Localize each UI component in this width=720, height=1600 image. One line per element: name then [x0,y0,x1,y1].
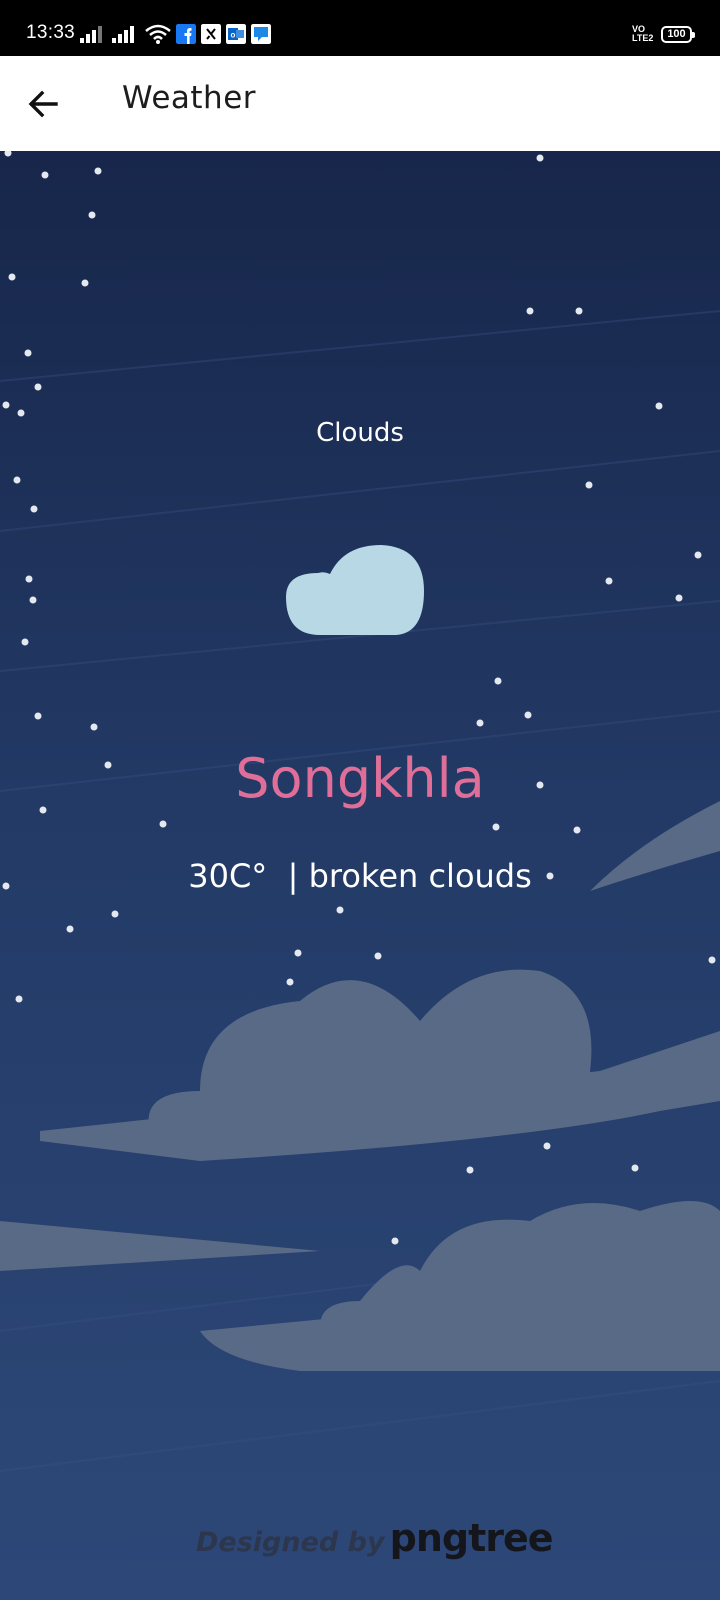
volte-indicator: VO LTE2 [632,25,654,43]
arrow-left-icon[interactable] [20,80,68,128]
facebook-icon [176,24,196,44]
cloud-icon [286,545,424,635]
battery-level: 100 [667,28,686,40]
city-name: Songkhla [235,747,485,810]
status-time: 13:33 [26,22,76,43]
status-bar: 13:33 o VO LTE2 100 [0,0,720,56]
battery-indicator: 100 [661,26,695,43]
watermark: Designed by pngtree [196,1516,554,1560]
network-label: VO LTE2 [632,24,654,43]
message-icon [251,24,271,44]
signal-icon [112,26,134,43]
signal-icon [80,26,102,43]
page-title: Weather [122,80,257,116]
app-bar: Weather [0,56,720,151]
outlook-icon: o [226,24,246,44]
watermark-prefix: Designed by [196,1527,385,1558]
wifi-icon [145,24,171,44]
notification-icon [201,24,221,44]
weather-condition: Clouds [316,418,404,448]
svg-text:o: o [231,31,236,40]
watermark-brand: pngtree [389,1516,554,1560]
temperature-summary: 30C° | broken clouds [188,857,532,895]
weather-background: Clouds Songkhla 30C° | broken clouds Des… [0,151,720,1600]
